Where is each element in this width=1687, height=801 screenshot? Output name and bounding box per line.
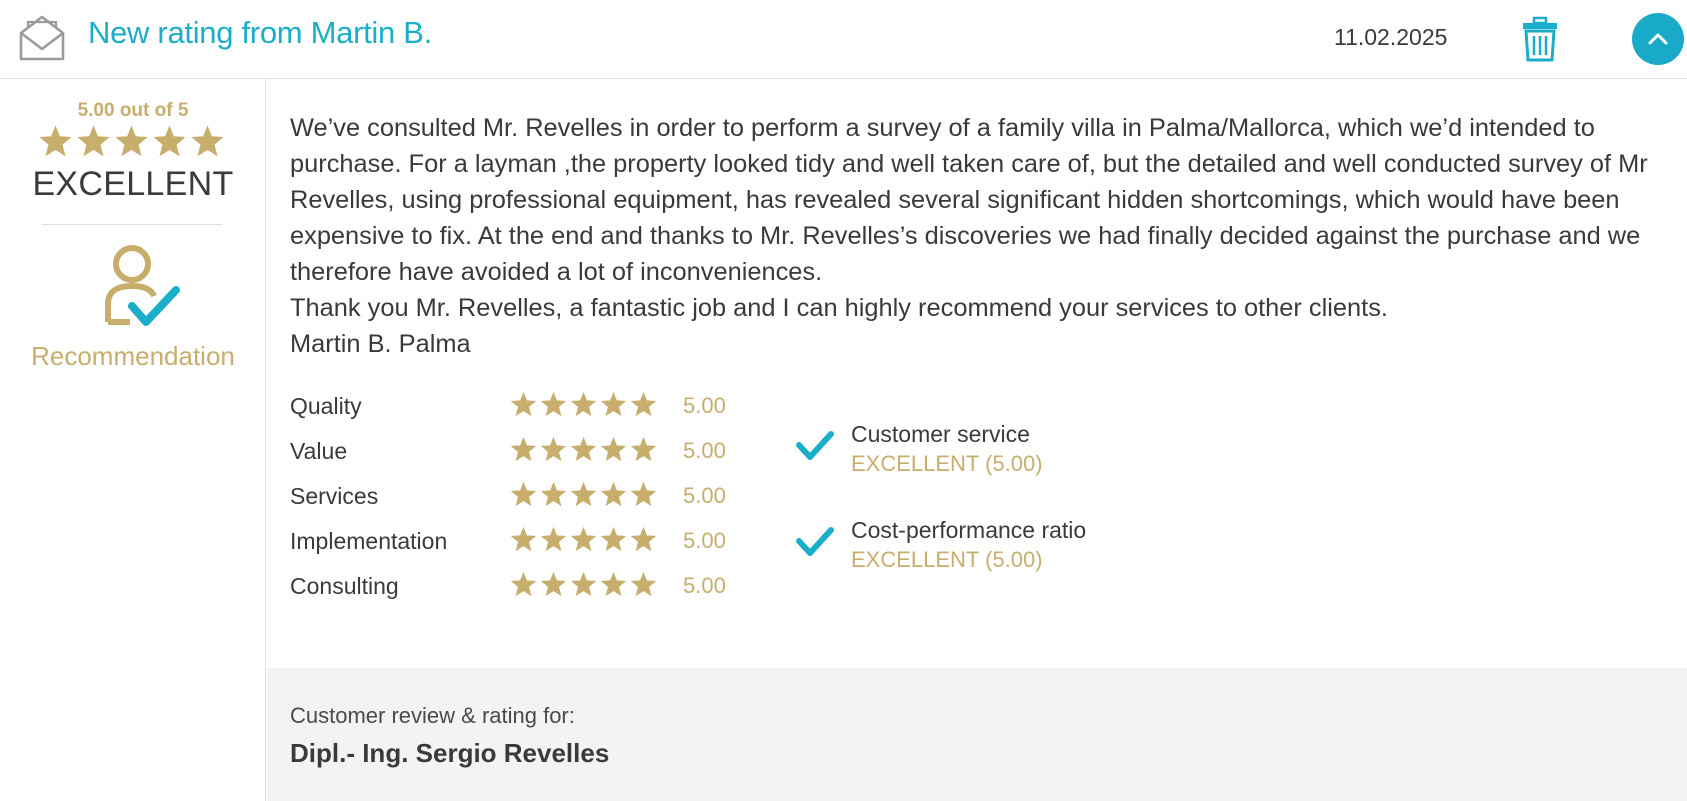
overall-stars: [37, 123, 227, 163]
review-line: expensive to fix. At the end and thanks …: [290, 222, 1641, 250]
footer-label: Customer review & rating for:: [290, 703, 575, 728]
recommendation-title: Customer service: [851, 421, 1030, 447]
overall-score: 5.00 out of 5: [77, 100, 189, 121]
review-line: Thank you Mr. Revelles, a fantastic job …: [290, 294, 1388, 322]
rated-expert-name[interactable]: Dipl.- Ing. Sergio Revelles: [290, 738, 609, 769]
criteria-stars: [509, 435, 658, 464]
criteria-row-implementation: Implementation 5.00: [290, 520, 750, 565]
star-icon: [510, 481, 537, 507]
criteria-value: 5.00: [683, 438, 726, 463]
recommendation-value: EXCELLENT (5.00): [851, 547, 1043, 572]
review-line: therefore have avoided a lot of inconven…: [290, 258, 823, 286]
recommendation-value: EXCELLENT (5.00): [851, 451, 1043, 476]
star-icon: [570, 481, 597, 507]
star-icon: [630, 481, 657, 507]
criteria-stars: [509, 480, 658, 509]
divider: [42, 224, 222, 225]
criteria-label: Consulting: [290, 573, 399, 599]
star-icon: [115, 125, 148, 157]
criteria-row-value: Value 5.00: [290, 430, 750, 475]
criteria-value: 5.00: [683, 573, 726, 598]
review-title[interactable]: New rating from Martin B.: [88, 15, 432, 51]
star-icon: [600, 436, 627, 462]
criteria-stars: [509, 570, 658, 599]
recommendation-cost-performance: Cost-performance ratio EXCELLENT (5.00): [795, 517, 1175, 577]
recommendation-label: Recommendation: [31, 341, 235, 371]
check-icon: [795, 429, 835, 468]
criteria-row-quality: Quality 5.00: [290, 385, 750, 430]
recommendation-title: Cost-performance ratio: [851, 517, 1087, 543]
criteria-value: 5.00: [683, 483, 726, 508]
star-icon: [77, 125, 110, 157]
review-signature: Martin B. Palma: [290, 330, 471, 358]
criteria-stars: [509, 390, 658, 419]
star-icon: [600, 571, 627, 597]
star-icon: [540, 526, 567, 552]
criteria-value: 5.00: [683, 393, 726, 418]
review-line: purchase. For a layman ,the property loo…: [290, 150, 1648, 178]
overall-rating-word: EXCELLENT: [32, 165, 234, 203]
review-date: 11.02.2025: [1334, 24, 1448, 50]
star-icon: [540, 571, 567, 597]
review-line: Revelles, using professional equipment, …: [290, 186, 1620, 214]
criteria-label: Value: [290, 438, 348, 464]
star-icon: [191, 125, 224, 157]
criteria-value: 5.00: [683, 528, 726, 553]
criteria-label: Services: [290, 483, 379, 509]
star-icon: [630, 436, 657, 462]
check-icon: [795, 525, 835, 564]
rating-summary: 5.00 out of 5 EXCELLENT Recommendation: [0, 79, 266, 801]
criteria-row-consulting: Consulting 5.00: [290, 565, 750, 610]
review-body: We’ve consulted Mr. Revelles in order to…: [290, 110, 1670, 362]
star-icon: [570, 571, 597, 597]
criteria-label: Quality: [290, 393, 362, 419]
star-icon: [540, 436, 567, 462]
star-icon: [630, 526, 657, 552]
star-icon: [510, 436, 537, 462]
star-icon: [570, 436, 597, 462]
star-icon: [630, 571, 657, 597]
collapse-button[interactable]: [1632, 13, 1684, 65]
criteria-row-services: Services 5.00: [290, 475, 750, 520]
review-header: New rating from Martin B. 11.02.2025: [0, 0, 1687, 79]
star-icon: [510, 391, 537, 417]
star-icon: [153, 125, 186, 157]
star-icon: [510, 571, 537, 597]
star-icon: [600, 481, 627, 507]
star-icon: [510, 526, 537, 552]
review-footer: Customer review & rating for: Dipl.- Ing…: [267, 668, 1687, 801]
star-icon: [570, 526, 597, 552]
star-icon: [600, 526, 627, 552]
star-icon: [630, 391, 657, 417]
recommendation-user-check-icon: [102, 242, 184, 334]
star-icon: [570, 391, 597, 417]
review-line: We’ve consulted Mr. Revelles in order to…: [290, 114, 1595, 142]
star-icon: [39, 125, 72, 157]
star-icon: [600, 391, 627, 417]
criteria-label: Implementation: [290, 528, 448, 554]
chevron-up-icon: [1648, 33, 1668, 45]
recommendation-customer-service: Customer service EXCELLENT (5.00): [795, 421, 1175, 481]
star-icon: [540, 391, 567, 417]
star-icon: [540, 481, 567, 507]
criteria-stars: [509, 525, 658, 554]
trash-icon[interactable]: [1520, 16, 1560, 62]
mail-open-icon: [18, 13, 66, 63]
